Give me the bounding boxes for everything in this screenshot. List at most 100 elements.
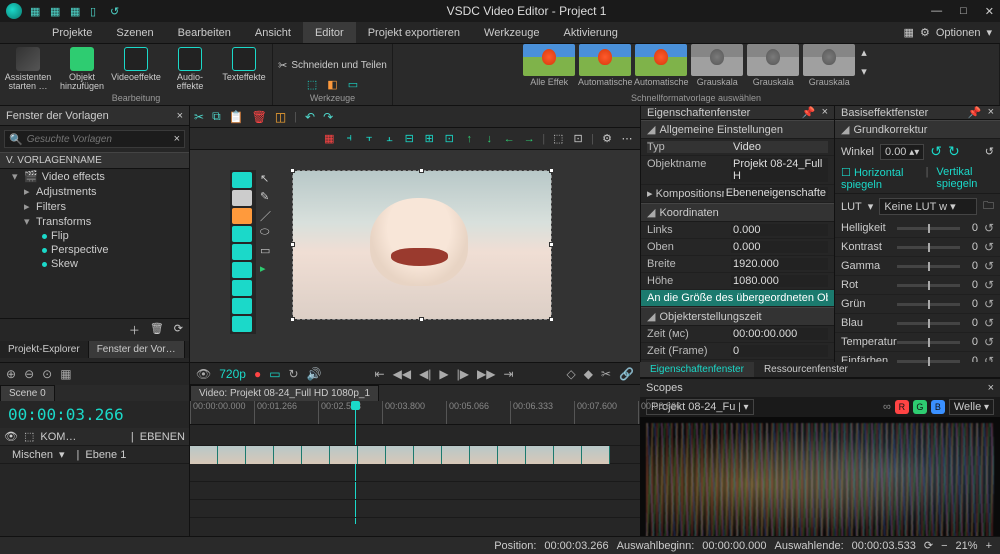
fit-parent-button[interactable]: An die Größe des übergeordneten Objekt… (641, 290, 834, 307)
chevron-down-icon[interactable]: ▾ (868, 200, 874, 213)
section-header[interactable]: ◢Koordinaten (641, 203, 834, 222)
bounds-icon[interactable]: ⬚ (551, 132, 565, 146)
audio-fx-button[interactable]: Audio- effekte (166, 47, 214, 91)
split-icon[interactable]: ✂ (601, 367, 611, 381)
qa-icon[interactable]: ▦ (70, 5, 82, 17)
align-icon[interactable]: ⊞ (422, 132, 436, 146)
menu-editor[interactable]: Editor (303, 22, 356, 43)
arrow-up-icon[interactable]: ↑ (462, 132, 476, 146)
text-fx-button[interactable]: Texteffekte (220, 47, 268, 91)
scissors-icon[interactable]: ✂ (278, 59, 287, 72)
tool-icon[interactable]: ✎ (260, 190, 274, 204)
pin-icon[interactable]: 📌 (802, 106, 816, 119)
menu-export[interactable]: Projekt exportieren (356, 22, 472, 43)
eye-icon[interactable]: 👁 (4, 430, 18, 443)
qa-icon[interactable]: ▯ (90, 5, 102, 17)
menu-projekte[interactable]: Projekte (40, 22, 104, 43)
bounds-icon[interactable]: ⊡ (571, 132, 585, 146)
slider[interactable] (897, 303, 960, 306)
close-icon[interactable]: × (988, 106, 994, 119)
gear-icon[interactable]: ⚙ (920, 26, 930, 39)
qa-icon[interactable]: ▦ (50, 5, 62, 17)
scope-mode-select[interactable]: Welle ▾ (949, 399, 994, 415)
reset-icon[interactable]: ↺ (984, 297, 994, 311)
marker-icon[interactable]: ◇ (567, 367, 576, 381)
tool-icon[interactable]: ⬭ (260, 226, 274, 240)
menu-szenen[interactable]: Szenen (104, 22, 165, 43)
tool-icon[interactable] (232, 298, 252, 314)
channel-r-button[interactable]: R (895, 400, 909, 414)
redo-icon[interactable]: ↷ (323, 110, 333, 124)
video-clip[interactable] (190, 446, 610, 464)
close-icon[interactable]: ✕ (985, 5, 994, 18)
zoom-out-icon[interactable]: − (941, 540, 947, 552)
tab-resources[interactable]: Ressourcenfenster (754, 362, 858, 377)
record-icon[interactable]: ● (254, 367, 261, 381)
gear-icon[interactable]: ⚙ (600, 132, 614, 146)
marker-icon[interactable]: ◆ (584, 367, 593, 381)
tab-video-clip[interactable]: Video: Projekt 08-24_Full HD 1080p_1 (190, 385, 379, 401)
play-icon[interactable]: ▶ (439, 367, 448, 381)
channel-g-button[interactable]: G (913, 400, 927, 414)
tree-node[interactable]: ▸Filters (0, 199, 189, 214)
reset-icon[interactable]: ↺ (984, 240, 994, 254)
qa-icon[interactable]: ↺ (110, 5, 122, 17)
align-icon[interactable]: ⫞ (342, 132, 356, 146)
eye-icon[interactable]: 👁 (196, 367, 211, 381)
timeline-tracks[interactable] (190, 428, 640, 552)
preset-thumb[interactable]: Automatische (635, 44, 687, 87)
tree-node[interactable]: ▸Adjustments (0, 184, 189, 199)
menu-bearbeiten[interactable]: Bearbeiten (166, 22, 243, 43)
arrow-right-icon[interactable]: → (522, 132, 536, 146)
loop-icon[interactable]: ▭ (269, 367, 280, 381)
rotate-cw-icon[interactable]: ↻ (948, 143, 960, 160)
cursor-icon[interactable]: ↖ (260, 172, 274, 186)
prev-icon[interactable]: ◀◀ (393, 367, 411, 381)
checkbox[interactable]: ☐ (841, 167, 851, 179)
reset-icon[interactable]: ↺ (984, 335, 994, 349)
close-icon[interactable]: × (822, 106, 828, 119)
tool-icon[interactable] (232, 226, 252, 242)
chevron-down-icon[interactable]: ▾ (59, 448, 65, 461)
reset-icon[interactable]: ↺ (984, 259, 994, 273)
angle-input[interactable]: 0.00 ▴▾ (880, 144, 924, 160)
tree-leaf[interactable]: Skew (0, 257, 189, 271)
minimize-icon[interactable]: — (931, 5, 942, 18)
refresh-icon[interactable]: ⟳ (174, 322, 183, 338)
layout-icon[interactable]: ▦ (904, 26, 914, 39)
volume-icon[interactable]: 🔊 (307, 367, 322, 381)
crop-icon[interactable]: ◫ (275, 110, 286, 124)
slider[interactable] (897, 246, 960, 249)
add-object-button[interactable]: Objekt hinzufügen (58, 47, 106, 91)
delete-icon[interactable]: 🗑 (150, 322, 164, 338)
reset-icon[interactable]: ↺ (985, 145, 994, 158)
add-icon[interactable]: ＋ (129, 322, 140, 338)
slider[interactable] (897, 360, 960, 363)
scroll-up-icon[interactable]: ▴ (861, 46, 867, 59)
copy-icon[interactable]: ⧉ (212, 109, 221, 124)
slider[interactable] (897, 322, 960, 325)
align-icon[interactable]: ⊡ (442, 132, 456, 146)
align-icon[interactable]: ⫠ (382, 132, 396, 146)
preset-thumb[interactable]: Grauskala (747, 44, 799, 87)
flip-v-link[interactable]: Vertikal spiegeln (936, 166, 994, 191)
video-preview[interactable] (292, 170, 552, 320)
tool-icon[interactable]: ／ (260, 208, 274, 222)
undo-icon[interactable]: ↶ (305, 110, 315, 124)
reset-icon[interactable]: ↺ (984, 316, 994, 330)
lut-select[interactable]: Keine LUT w ▾ (879, 198, 977, 215)
tool-icon[interactable] (232, 280, 252, 296)
grid-icon[interactable]: ▦ (60, 367, 71, 381)
clear-icon[interactable]: × (174, 133, 180, 145)
cut-label[interactable]: Schneiden und Teilen (291, 60, 386, 71)
tool-icon[interactable]: ▭ (348, 78, 358, 91)
step-fwd-icon[interactable]: |▶ (457, 367, 469, 381)
video-fx-button[interactable]: Videoeffekte (112, 47, 160, 91)
goto-start-icon[interactable]: ⇤ (375, 367, 385, 381)
preset-thumb[interactable]: Alle Effek (523, 44, 575, 87)
tool-icon[interactable]: ⬚ (307, 78, 317, 91)
chevron-down-icon[interactable]: ▾ (986, 26, 992, 39)
tree-node[interactable]: ▾Transforms (0, 214, 189, 229)
tab-properties[interactable]: Eigenschaftenfenster (640, 362, 754, 377)
link-icon[interactable]: 🔗 (619, 367, 634, 381)
